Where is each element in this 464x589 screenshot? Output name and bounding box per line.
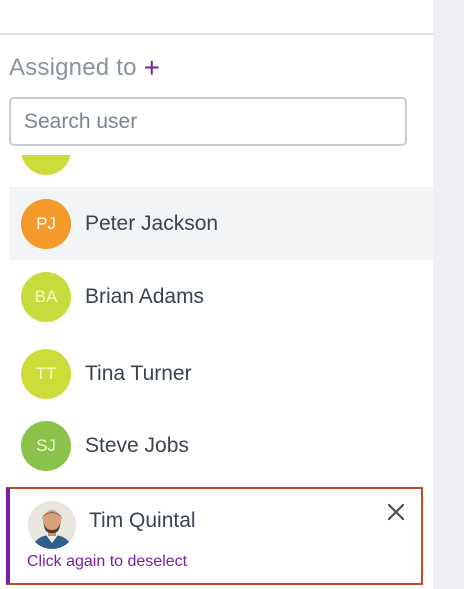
plus-icon[interactable]: + [144, 54, 161, 82]
avatar: TT [21, 348, 71, 399]
assigned-to-header: Assigned to + [9, 52, 160, 84]
user-item-tina-turner[interactable]: TT Tina Turner [9, 337, 433, 410]
top-divider [0, 33, 433, 35]
user-name: Tina Turner [85, 361, 192, 385]
assign-user-panel: Assigned to + PJ Peter Jackson BA Brian … [0, 0, 433, 589]
avatar: SJ [21, 420, 71, 471]
avatar-partially-scrolled [21, 155, 71, 175]
user-item-steve-jobs[interactable]: SJ Steve Jobs [9, 409, 433, 482]
close-icon[interactable] [385, 501, 407, 523]
user-name: Brian Adams [85, 284, 205, 308]
selected-user-item[interactable]: Tim Quintal Click again to deselect [6, 487, 423, 585]
search-user-input[interactable] [9, 97, 407, 146]
user-photo-avatar [28, 501, 76, 549]
user-item-peter-jackson[interactable]: PJ Peter Jackson [9, 187, 433, 260]
avatar: BA [21, 271, 71, 322]
selected-user-name: Tim Quintal [89, 509, 196, 532]
avatar: PJ [21, 198, 71, 249]
right-gutter [433, 0, 464, 589]
user-name: Peter Jackson [85, 211, 219, 235]
user-name: Steve Jobs [85, 433, 189, 457]
deselect-hint: Click again to deselect [27, 553, 188, 570]
user-item-brian-adams[interactable]: BA Brian Adams [9, 260, 433, 333]
assigned-to-label: Assigned to [9, 54, 137, 81]
